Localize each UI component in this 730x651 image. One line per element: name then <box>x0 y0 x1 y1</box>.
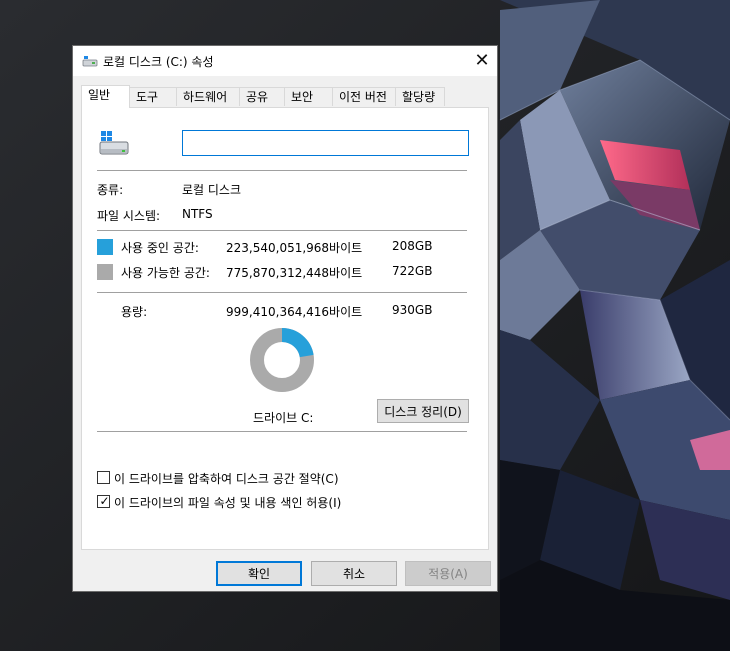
properties-dialog: 로컬 디스크 (C:) 속성 ✕ 일반 도구 하드웨어 공유 보안 이전 버전 … <box>72 45 498 592</box>
window-title: 로컬 디스크 (C:) 속성 <box>103 55 214 69</box>
divider <box>97 230 467 231</box>
drive-name-input[interactable] <box>182 130 469 156</box>
close-icon[interactable]: ✕ <box>467 46 497 76</box>
file-system-value: NTFS <box>182 207 213 221</box>
free-space-label: 사용 가능한 공간: <box>121 266 210 280</box>
ok-button[interactable]: 확인 <box>216 561 302 586</box>
capacity-label: 용량: <box>121 305 148 319</box>
tab-quota[interactable]: 할당량 <box>395 87 445 106</box>
compress-checkbox-label[interactable]: 이 드라이브를 압축하여 디스크 공간 절약(C) <box>114 470 339 487</box>
free-space-swatch <box>97 264 113 280</box>
tab-sharing[interactable]: 공유 <box>239 87 285 106</box>
capacity-size: 930GB <box>392 303 433 317</box>
file-system-label: 파일 시스템: <box>97 209 161 223</box>
used-space-label: 사용 중인 공간: <box>121 241 199 255</box>
divider <box>97 431 467 432</box>
divider <box>97 292 467 293</box>
type-value: 로컬 디스크 <box>182 183 242 197</box>
free-space-bytes: 775,870,312,448바이트 <box>226 266 363 280</box>
type-label: 종류: <box>97 183 124 197</box>
compress-checkbox[interactable] <box>97 471 110 484</box>
tab-hardware[interactable]: 하드웨어 <box>176 87 240 106</box>
drive-icon <box>82 56 98 67</box>
used-space-swatch <box>97 239 113 255</box>
cancel-button[interactable]: 취소 <box>311 561 397 586</box>
capacity-bytes: 999,410,364,416바이트 <box>226 305 363 319</box>
drive-caption: 드라이브 C: <box>253 411 314 425</box>
disk-cleanup-button[interactable]: 디스크 정리(D) <box>377 399 469 423</box>
tab-general[interactable]: 일반 <box>81 85 130 108</box>
index-checkbox-label[interactable]: 이 드라이브의 파일 속성 및 내용 색인 허용(I) <box>114 494 341 511</box>
free-space-size: 722GB <box>392 264 433 278</box>
used-space-size: 208GB <box>392 239 433 253</box>
divider <box>97 170 467 171</box>
general-tab-panel: 종류: 로컬 디스크 파일 시스템: NTFS 사용 중인 공간: 223,54… <box>81 107 489 550</box>
tab-security[interactable]: 보안 <box>284 87 333 106</box>
tab-strip: 일반 도구 하드웨어 공유 보안 이전 버전 할당량 <box>81 85 491 108</box>
title-bar[interactable]: 로컬 디스크 (C:) 속성 ✕ <box>73 46 497 76</box>
disk-usage-donut <box>250 328 314 392</box>
tab-tools[interactable]: 도구 <box>129 87 177 106</box>
tab-previous-versions[interactable]: 이전 버전 <box>332 87 396 106</box>
used-space-bytes: 223,540,051,968바이트 <box>226 241 363 255</box>
apply-button[interactable]: 적용(A) <box>405 561 491 586</box>
index-checkbox[interactable]: ✓ <box>97 494 110 508</box>
check-mark-icon: ✓ <box>99 494 110 508</box>
windows-drive-icon <box>99 131 129 155</box>
